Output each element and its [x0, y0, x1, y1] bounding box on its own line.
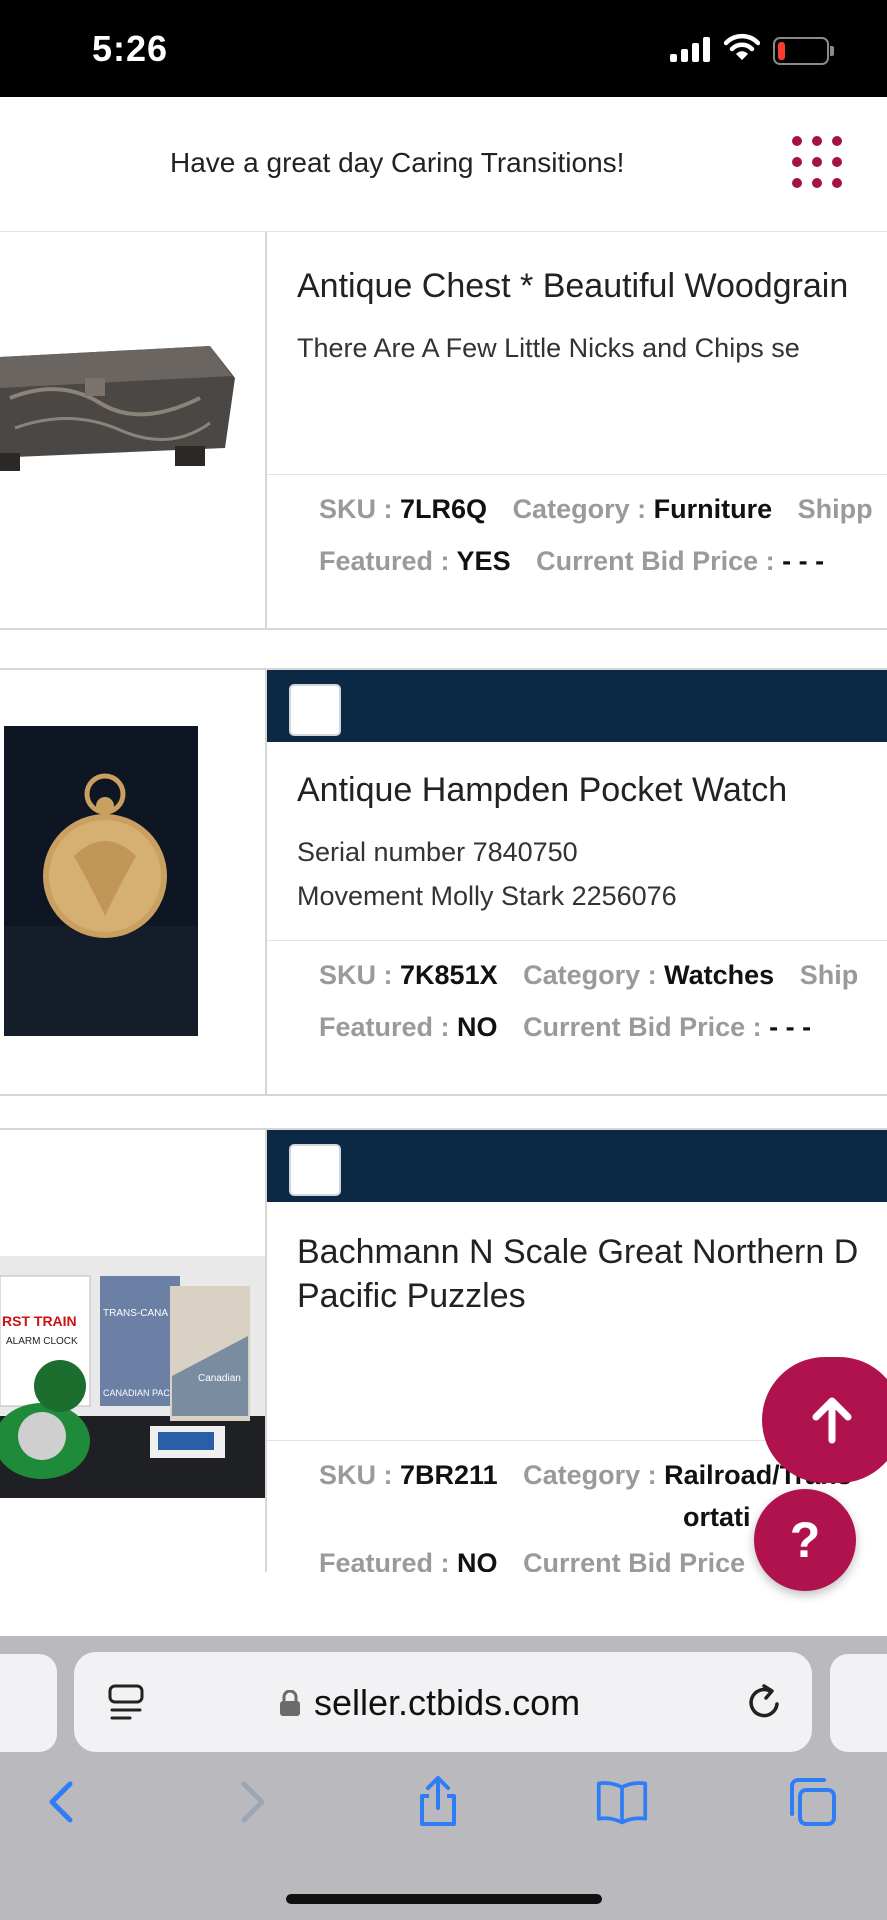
- bookmarks-icon[interactable]: [596, 1776, 648, 1828]
- listing-list: Antique Chest * Beautiful Woodgrain Ther…: [0, 232, 887, 1572]
- battery-icon: [773, 37, 834, 65]
- item-title[interactable]: Bachmann N Scale Great Northern D: [297, 1230, 858, 1274]
- item-description: Serial number 7840750: [297, 837, 578, 867]
- meta-line-1: SKU : 7LR6Q Category : Furniture Shipp: [319, 494, 873, 525]
- tabs-icon[interactable]: [786, 1776, 838, 1828]
- sku-value: 7BR211: [400, 1460, 498, 1490]
- item-title[interactable]: Antique Hampden Pocket Watch: [297, 768, 787, 812]
- meta-line-2: Featured : NO Current Bid Price: [319, 1548, 745, 1572]
- current-bid-label: Current Bid Price :: [523, 1012, 762, 1042]
- item-description: Movement Molly Stark 2256076: [297, 881, 677, 911]
- card-header-bar: [267, 670, 887, 742]
- category-value-wrap: ortati: [683, 1502, 751, 1532]
- current-bid-value: - - -: [782, 546, 825, 576]
- wifi-icon: [724, 33, 760, 60]
- category-label: Category :: [523, 1460, 657, 1490]
- status-time: 5:26: [92, 28, 169, 69]
- item-title[interactable]: Antique Chest * Beautiful Woodgrain: [297, 264, 848, 308]
- select-checkbox[interactable]: [289, 1144, 341, 1196]
- item-title-line-2[interactable]: Pacific Puzzles: [297, 1274, 526, 1318]
- listing-card[interactable]: Antique Chest * Beautiful Woodgrain Ther…: [0, 232, 887, 630]
- meta-line-2: Featured : YES Current Bid Price : - - -: [319, 546, 842, 577]
- sku-value: 7LR6Q: [400, 494, 488, 524]
- category-value: Watches: [664, 960, 775, 990]
- sku-label: SKU :: [319, 960, 393, 990]
- status-bar: 5:26: [0, 0, 887, 97]
- category-label: Category :: [512, 494, 647, 524]
- arrow-up-icon: [812, 1397, 852, 1444]
- featured-label: Featured :: [319, 1012, 450, 1042]
- address-bar[interactable]: seller.ctbids.com: [74, 1652, 812, 1752]
- category-label: Category :: [523, 960, 657, 990]
- page-menu-icon[interactable]: [108, 1684, 144, 1722]
- pocket-watch-photo: [4, 726, 198, 1036]
- meta-line-2: Featured : NO Current Bid Price : - - -: [319, 1012, 829, 1043]
- train-set-photo: RST TRAIN ALARM CLOCK TRANS-CANA LIMITE …: [0, 1256, 265, 1498]
- previous-tab-preview[interactable]: [0, 1654, 57, 1752]
- listing-card[interactable]: Antique Hampden Pocket Watch Serial numb…: [0, 668, 887, 1096]
- back-icon[interactable]: [36, 1776, 88, 1828]
- reload-icon[interactable]: [744, 1682, 784, 1722]
- clock-box-subtext: ALARM CLOCK: [6, 1336, 78, 1347]
- item-photo[interactable]: RST TRAIN ALARM CLOCK TRANS-CANA LIMITE …: [0, 1130, 267, 1572]
- grid-dots-icon[interactable]: [792, 136, 842, 188]
- app-header: Have a great day Caring Transitions!: [0, 97, 887, 232]
- featured-value: NO: [457, 1012, 498, 1042]
- url-text[interactable]: seller.ctbids.com: [314, 1682, 580, 1724]
- share-icon[interactable]: [412, 1776, 464, 1828]
- sku-label: SKU :: [319, 494, 393, 524]
- sku-label: SKU :: [319, 1460, 393, 1490]
- battery-level: [778, 42, 785, 60]
- puzzle-box-text-2: Canadian: [198, 1373, 241, 1384]
- item-photo[interactable]: [0, 232, 267, 628]
- scroll-to-top-button[interactable]: [762, 1357, 887, 1483]
- current-bid-label: Current Bid Price :: [536, 546, 775, 576]
- select-checkbox[interactable]: [289, 684, 341, 736]
- featured-label: Featured :: [319, 1548, 450, 1572]
- puzzle-box-sub-1: CANADIAN PAC: [103, 1388, 170, 1398]
- browser-toolbar: seller.ctbids.com: [0, 1636, 887, 1920]
- meta-line-1: SKU : 7K851X Category : Watches Ship: [319, 960, 858, 991]
- cellular-signal-icon: [670, 36, 712, 62]
- sku-value: 7K851X: [400, 960, 498, 990]
- featured-label: Featured :: [319, 546, 450, 576]
- forward-icon[interactable]: [226, 1776, 278, 1828]
- category-value: Furniture: [653, 494, 773, 524]
- item-description: There Are A Few Little Nicks and Chips s…: [297, 333, 800, 363]
- item-photo[interactable]: [0, 670, 267, 1094]
- greeting-text: Have a great day Caring Transitions!: [170, 147, 625, 178]
- lock-icon: [280, 1690, 300, 1716]
- shipping-label: Shipp: [797, 494, 873, 524]
- current-bid-value: - - -: [769, 1012, 812, 1042]
- home-indicator: [286, 1894, 602, 1904]
- chest-photo: [0, 318, 245, 478]
- clock-box-text: RST TRAIN: [2, 1313, 77, 1329]
- featured-value: YES: [456, 546, 511, 576]
- next-tab-preview[interactable]: [830, 1654, 887, 1752]
- shipping-label: Ship: [799, 960, 859, 990]
- featured-value: NO: [457, 1548, 498, 1572]
- listing-card[interactable]: RST TRAIN ALARM CLOCK TRANS-CANA LIMITE …: [0, 1128, 887, 1572]
- current-bid-label: Current Bid Price: [523, 1548, 746, 1572]
- card-header-bar: [267, 1130, 887, 1202]
- help-button[interactable]: ?: [754, 1489, 856, 1591]
